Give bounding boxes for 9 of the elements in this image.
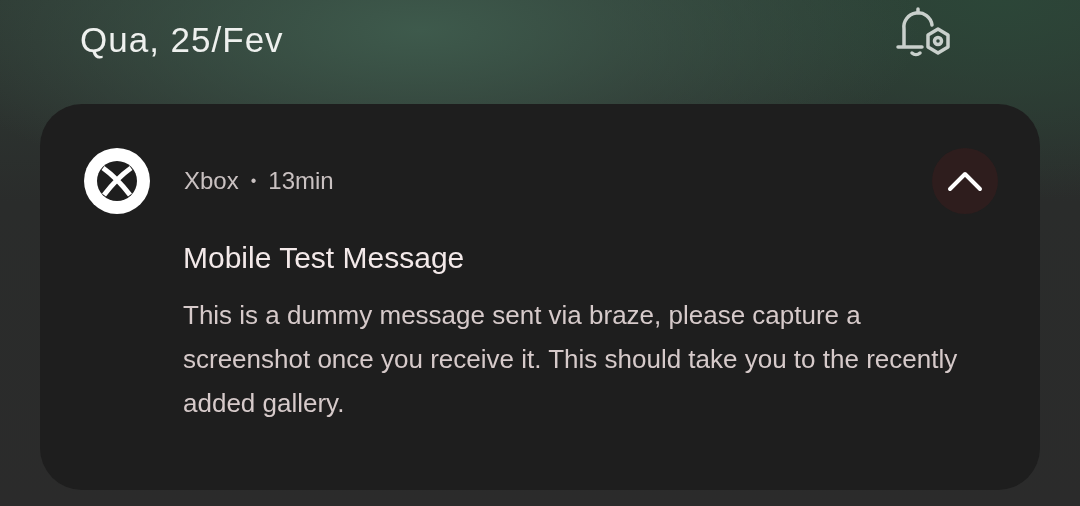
chevron-icon xyxy=(946,169,984,193)
separator-dot: • xyxy=(250,172,257,190)
app-name: Xbox xyxy=(184,167,239,195)
time-text: 13min xyxy=(268,167,334,195)
date-text: Qua, 25/Fev xyxy=(80,20,284,60)
notification-title: Mobile Test Message xyxy=(183,240,466,276)
notification-card[interactable]: Xbox • 13min Mobile Test Message This is a dummy message sent via braze, please capture a screenshot once you receive it. This should take you to the recently added gallery. xyxy=(40,104,1040,490)
notification-body: This is a dummy message sent via braze, please capture a screenshot once you receive it. This should take you to the recently added gallery. xyxy=(183,299,959,420)
xbox-logo-icon xyxy=(84,148,150,214)
